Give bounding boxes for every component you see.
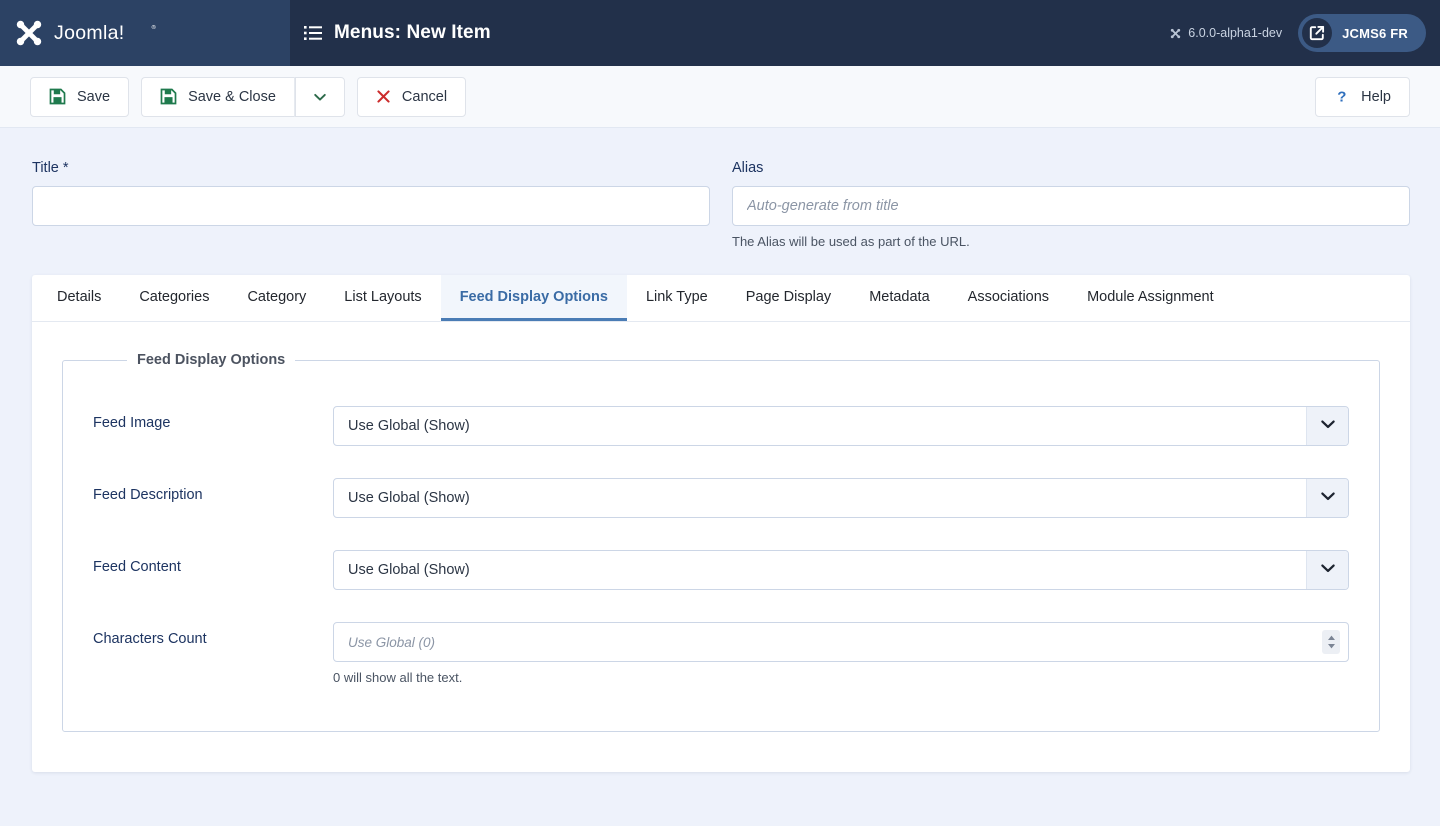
characters-count-help-text: 0 will show all the text. bbox=[333, 670, 463, 685]
brand-area[interactable]: Joomla! ® bbox=[0, 0, 290, 66]
feed-description-label: Feed Description bbox=[93, 487, 203, 503]
feed-image-select[interactable]: Use Global (Show) bbox=[333, 406, 1349, 446]
tab-link-type[interactable]: Link Type bbox=[627, 275, 727, 321]
feed-description-control: Use Global (Show) bbox=[333, 478, 1349, 518]
external-link-icon bbox=[1302, 18, 1333, 48]
joomla-logo[interactable]: Joomla! ® bbox=[12, 16, 184, 50]
question-mark-icon: ? bbox=[1334, 88, 1350, 105]
page-body: Title * Alias The Alias will be used as … bbox=[0, 128, 1440, 826]
feed-display-options-fieldset: Feed Display Options Feed Image Use Glob… bbox=[62, 352, 1380, 732]
characters-count-label: Characters Count bbox=[93, 631, 207, 647]
svg-text:®: ® bbox=[152, 24, 157, 31]
title-input[interactable] bbox=[32, 186, 710, 226]
joomla-mark-icon bbox=[1169, 27, 1182, 40]
title-field-group: Title * bbox=[32, 160, 710, 249]
tab-module-assignment[interactable]: Module Assignment bbox=[1068, 275, 1233, 321]
page-title: Menus: New Item bbox=[334, 22, 491, 43]
toolbar-right: ? Help bbox=[1315, 76, 1410, 117]
tab-category[interactable]: Category bbox=[228, 275, 325, 321]
help-button-label: Help bbox=[1361, 88, 1391, 105]
chevron-down-icon bbox=[1319, 559, 1337, 582]
field-row-feed-image: Feed Image Use Global (Show) bbox=[93, 390, 1349, 462]
version-label: 6.0.0-alpha1-dev bbox=[1188, 26, 1283, 40]
save-dropdown-toggle[interactable] bbox=[294, 76, 345, 117]
help-button[interactable]: ? Help bbox=[1315, 76, 1410, 117]
tab-panel-feed-display-options: Feed Display Options Feed Image Use Glob… bbox=[32, 322, 1410, 732]
version-info: 6.0.0-alpha1-dev bbox=[1169, 26, 1282, 40]
floppy-disk-icon bbox=[160, 88, 177, 105]
feed-image-control: Use Global (Show) bbox=[333, 406, 1349, 446]
save-button[interactable]: Save bbox=[30, 76, 130, 117]
svg-text:?: ? bbox=[1337, 88, 1346, 105]
characters-count-input[interactable]: Use Global (0) bbox=[333, 622, 1349, 662]
feed-content-select-value: Use Global (Show) bbox=[348, 562, 470, 578]
svg-text:Joomla!: Joomla! bbox=[54, 22, 125, 44]
feed-content-control: Use Global (Show) bbox=[333, 550, 1349, 590]
field-row-feed-content: Feed Content Use Global (Show) bbox=[93, 534, 1349, 606]
field-row-feed-description: Feed Description Use Global (Show) bbox=[93, 462, 1349, 534]
save-button-label: Save bbox=[77, 88, 111, 105]
header-title-wrap: Menus: New Item bbox=[290, 22, 491, 44]
floppy-disk-icon bbox=[49, 88, 66, 105]
feed-image-select-value: Use Global (Show) bbox=[348, 418, 470, 434]
feed-description-select-value: Use Global (Show) bbox=[348, 490, 470, 506]
app-header: Joomla! ® Menus: New Item 6.0.0-alpha1-d… bbox=[0, 0, 1440, 66]
feed-description-select-caret[interactable] bbox=[1306, 479, 1348, 517]
save-close-group: Save & Close bbox=[141, 76, 345, 117]
spinner-updown-icon[interactable] bbox=[1322, 630, 1340, 654]
tab-associations[interactable]: Associations bbox=[949, 275, 1068, 321]
title-label: Title * bbox=[32, 160, 69, 176]
tab-categories[interactable]: Categories bbox=[120, 275, 228, 321]
alias-input[interactable] bbox=[732, 186, 1410, 226]
cancel-button-label: Cancel bbox=[401, 88, 448, 105]
field-row-characters-count: Characters Count Use Global (0) 0 will s… bbox=[93, 606, 1349, 701]
tab-details[interactable]: Details bbox=[38, 275, 120, 321]
alias-field-group: Alias The Alias will be used as part of … bbox=[732, 160, 1410, 249]
tab-feed-display-options[interactable]: Feed Display Options bbox=[440, 275, 627, 321]
chevron-down-icon bbox=[1319, 415, 1337, 438]
alias-help-text: The Alias will be used as part of the UR… bbox=[732, 234, 970, 249]
header-right: 6.0.0-alpha1-dev JCMS6 FR bbox=[1169, 14, 1426, 52]
cancel-button[interactable]: Cancel bbox=[356, 76, 467, 117]
save-close-button-label: Save & Close bbox=[188, 88, 276, 105]
tab-page-display[interactable]: Page Display bbox=[727, 275, 850, 321]
characters-count-control: Use Global (0) 0 will show all the text. bbox=[333, 622, 1349, 685]
tab-metadata[interactable]: Metadata bbox=[850, 275, 948, 321]
joomla-wordmark: Joomla! ® bbox=[54, 20, 184, 46]
top-fields: Title * Alias The Alias will be used as … bbox=[0, 128, 1440, 249]
feed-image-label: Feed Image bbox=[93, 415, 171, 431]
alias-label: Alias bbox=[732, 160, 764, 176]
feed-image-select-caret[interactable] bbox=[1306, 407, 1348, 445]
list-icon bbox=[304, 25, 322, 41]
site-link-button[interactable]: JCMS6 FR bbox=[1298, 14, 1426, 52]
characters-count-placeholder: Use Global (0) bbox=[348, 634, 436, 650]
save-close-button[interactable]: Save & Close bbox=[141, 76, 295, 117]
chevron-down-icon bbox=[312, 89, 328, 105]
feed-content-select-caret[interactable] bbox=[1306, 551, 1348, 589]
tab-list-layouts[interactable]: List Layouts bbox=[325, 275, 440, 321]
toolbar: Save Save & Close Cancel ? Help bbox=[0, 66, 1440, 128]
edit-card: Details Categories Category List Layouts… bbox=[32, 275, 1410, 772]
fieldset-legend: Feed Display Options bbox=[137, 352, 286, 368]
site-link-label: JCMS6 FR bbox=[1342, 25, 1408, 41]
joomla-logo-icon bbox=[12, 16, 46, 50]
header-bar: Menus: New Item 6.0.0-alpha1-dev JCMS6 F… bbox=[290, 0, 1440, 66]
feed-content-select[interactable]: Use Global (Show) bbox=[333, 550, 1349, 590]
feed-description-select[interactable]: Use Global (Show) bbox=[333, 478, 1349, 518]
tab-bar: Details Categories Category List Layouts… bbox=[32, 275, 1410, 322]
toolbar-left: Save Save & Close Cancel bbox=[30, 76, 467, 117]
close-x-icon bbox=[376, 89, 391, 104]
joomla-admin-page: Joomla! ® Menus: New Item 6.0.0-alpha1-d… bbox=[0, 0, 1440, 826]
chevron-down-icon bbox=[1319, 487, 1337, 510]
feed-content-label: Feed Content bbox=[93, 559, 181, 575]
